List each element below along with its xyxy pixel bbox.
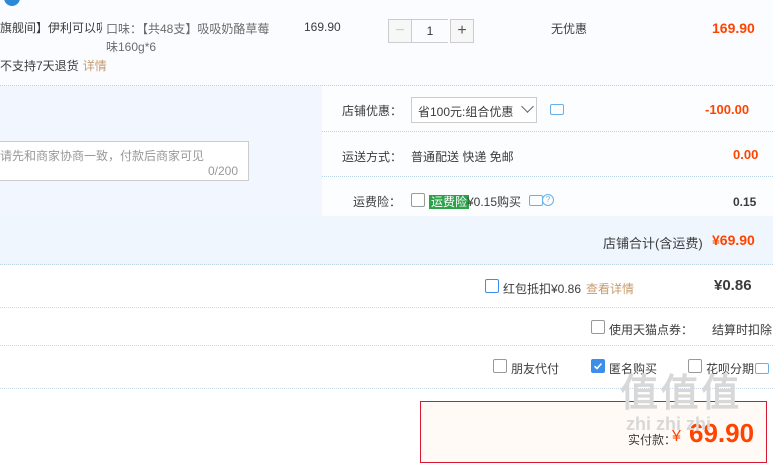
chat-icon[interactable] <box>755 363 769 374</box>
help-icon[interactable]: ? <box>542 194 554 206</box>
divider <box>0 345 773 346</box>
item-sku: 口味：【共48支】吸吸奶酪草莓 味160g*6 <box>106 20 276 56</box>
coupon-select[interactable]: 省100元:组合优惠 <box>411 97 537 123</box>
watermark-site: zhi zhi zhi <box>626 414 711 434</box>
increase-button[interactable]: + <box>450 19 474 43</box>
sku-line-1: 口味：【共48支】吸吸奶酪草莓 <box>106 22 270 36</box>
check-icon <box>593 362 603 370</box>
coupon-select-value: 省100元:组合优惠 <box>418 105 514 119</box>
item-discount: 无优惠 <box>551 22 588 36</box>
insurance-label: 运费险： <box>353 195 402 209</box>
shop-total-amount: ¥69.90 <box>712 232 755 248</box>
friend-pay-label: 朋友代付 <box>511 362 560 376</box>
chevron-down-icon <box>521 100 534 113</box>
divider <box>0 307 773 308</box>
insurance-amount: 0.15 <box>733 195 757 209</box>
message-char-count: 0/200 <box>208 164 239 178</box>
points-label: 使用天猫点券： <box>609 323 694 337</box>
quantity-input[interactable]: 1 <box>412 19 448 43</box>
insurance-tag: 运费险 <box>429 193 470 210</box>
coupon-amount: -100.00 <box>705 102 750 117</box>
watermark-logo: 值 值 值 <box>620 373 739 415</box>
insurance-tag-text: 运费险 <box>429 195 470 209</box>
redpacket-checkbox[interactable] <box>485 279 499 293</box>
anonymous-checkbox[interactable] <box>591 359 605 373</box>
chat-icon[interactable] <box>550 104 564 115</box>
return-detail-link[interactable]: 详情 <box>83 59 107 73</box>
points-note: 结算时扣除 <box>712 323 773 337</box>
insurance-text: ¥0.15购买 <box>467 195 522 209</box>
chat-icon[interactable] <box>529 195 543 206</box>
points-checkbox[interactable] <box>591 320 605 334</box>
message-placeholder: 请先和商家协商一致，付款后商家可见 <box>0 149 205 163</box>
redpacket-label: 红包抵扣¥0.86 <box>503 282 582 296</box>
shop-total-label: 店铺合计(含运费) <box>603 236 703 251</box>
item-title[interactable]: 旗舰间】伊利可以吸... <box>0 20 102 36</box>
return-note: 不支持7天退货 <box>0 59 79 73</box>
sku-line-2: 味160g*6 <box>106 40 157 54</box>
quantity-stepper: − 1 + <box>388 19 474 43</box>
redpacket-detail-link[interactable]: 查看详情 <box>586 280 634 297</box>
shipping-value: 普通配送 快递 免邮 <box>411 150 514 164</box>
divider <box>322 131 773 132</box>
item-total: 169.90 <box>712 20 755 36</box>
return-policy: 不支持7天退货 详情 <box>0 57 107 74</box>
shipping-label: 运送方式： <box>342 150 403 164</box>
coupon-label: 店铺优惠： <box>342 104 403 118</box>
item-price: 169.90 <box>304 20 341 34</box>
divider <box>322 176 773 177</box>
decrease-button[interactable]: − <box>388 19 412 43</box>
insurance-checkbox[interactable] <box>411 193 425 207</box>
redpacket-amount: ¥0.86 <box>714 277 752 294</box>
friend-pay-checkbox[interactable] <box>493 359 507 373</box>
shipping-amount: 0.00 <box>733 147 759 162</box>
